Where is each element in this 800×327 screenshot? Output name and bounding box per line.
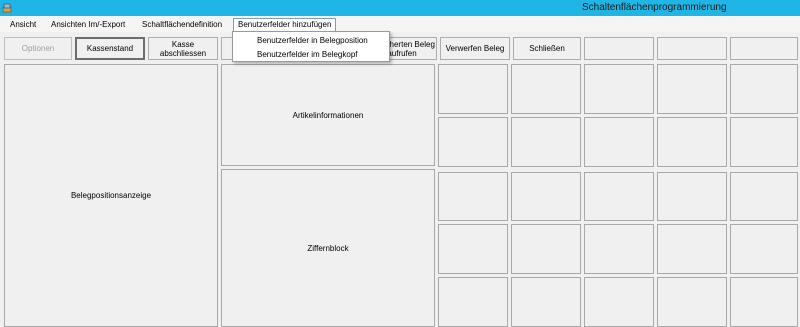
grid-button[interactable] [511,64,581,114]
kassenstand-button[interactable]: Kassenstand [75,37,145,60]
menu-bar: Ansicht Ansichten Im/-Export Schaltfläch… [0,16,800,32]
grid-button[interactable] [730,172,798,221]
ziffernblock-label: Ziffernblock [307,243,349,253]
ziffernblock-panel: Ziffernblock [221,169,435,327]
grid-button[interactable] [584,224,654,274]
grid-button[interactable] [657,64,727,114]
schliessen-button[interactable]: Schließen [513,37,581,60]
grid-button[interactable] [657,117,727,167]
grid-button[interactable] [511,117,581,167]
grid-button[interactable] [438,172,508,221]
grid-button[interactable] [438,64,508,114]
verwerfen-beleg-button[interactable]: Verwerfen Beleg [440,37,510,60]
grid-button[interactable] [730,117,798,167]
menu-schaltflaechendefinition[interactable]: Schaltflächendefinition [138,18,226,31]
grid-button[interactable] [438,277,508,327]
dropdown-item-belegkopf[interactable]: Benutzerfelder im Belegkopf [233,48,389,61]
grid-button[interactable] [730,224,798,274]
grid-button[interactable] [657,224,727,274]
toolbar-empty-button[interactable] [730,37,798,60]
benutzerfelder-dropdown: Benutzerfelder in Belegposition Benutzer… [232,31,390,62]
menu-ansichten-export[interactable]: Ansichten Im/-Export [47,18,129,31]
toolbar-empty-button[interactable] [657,37,727,60]
dropdown-item-belegposition[interactable]: Benutzerfelder in Belegposition [233,34,389,47]
toolbar-empty-button[interactable] [584,37,654,60]
grid-button[interactable] [730,277,798,327]
optionen-button[interactable]: Optionen [4,37,72,60]
grid-button[interactable] [657,277,727,327]
grid-button[interactable] [438,117,508,167]
grid-button[interactable] [511,172,581,221]
grid-button[interactable] [657,172,727,221]
window-title: Schaltenflächenprogrammierung [582,2,727,13]
grid-button[interactable] [438,224,508,274]
belegpositionsanzeige-panel: Belegpositionsanzeige [4,64,218,327]
grid-button[interactable] [511,277,581,327]
grid-button[interactable] [584,172,654,221]
title-bar: Schaltenflächenprogrammierung [0,0,800,16]
grid-button[interactable] [584,117,654,167]
grid-button[interactable] [730,64,798,114]
kasse-abschliessen-button[interactable]: Kasse abschliessen [148,37,218,60]
app-icon [2,3,12,13]
menu-benutzerfelder-hinzufuegen[interactable]: Benutzerfelder hinzufügen [233,18,337,32]
menu-ansicht[interactable]: Ansicht [6,18,40,31]
grid-button[interactable] [584,64,654,114]
belegpositionsanzeige-label: Belegpositionsanzeige [70,191,152,200]
artikelinformationen-panel: Artikelinformationen [221,64,435,166]
grid-button[interactable] [511,224,581,274]
artikelinformationen-label: Artikelinformationen [292,110,364,120]
grid-button[interactable] [584,277,654,327]
